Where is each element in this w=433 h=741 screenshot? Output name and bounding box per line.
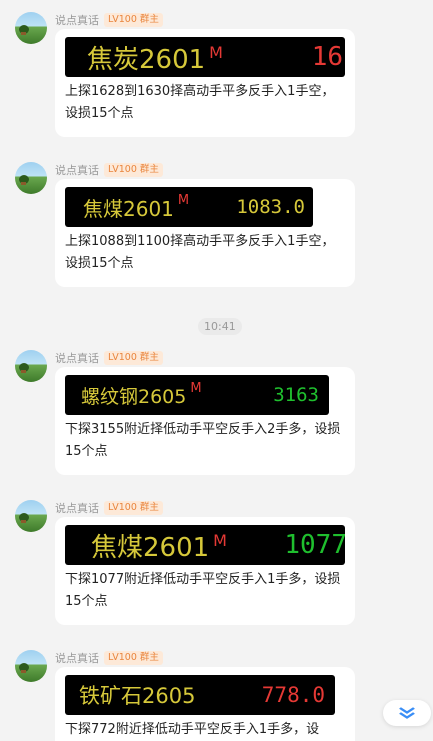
message-bubble[interactable]: 焦炭2601 M 16 上探1628到1630择高动手平多反手入1手空，设损15…: [55, 29, 355, 137]
avatar[interactable]: [15, 162, 47, 194]
message-bubble[interactable]: 焦煤2601 M 1083.0 上探1088到1100择高动手平多反手入1手空，…: [55, 179, 355, 287]
message-bubble[interactable]: 螺纹钢2605 M 3163 下探3155附近择低动手平空反手入2手多，设损15…: [55, 367, 355, 475]
sender-info: 说点真话 LV100 群主: [55, 162, 163, 178]
ticker-image[interactable]: 焦炭2601 M 16: [65, 37, 345, 77]
ticker-price: 1083.0: [236, 196, 305, 218]
message-bubble[interactable]: 铁矿石2605 778.0 下探772附近择低动手平空反手入1手多，设: [55, 667, 355, 741]
ticker-marker: M: [209, 43, 223, 62]
avatar[interactable]: [15, 500, 47, 532]
sender-info: 说点真话 LV100 群主: [55, 350, 163, 366]
message-text: 下探3155附近择低动手平空反手入2手多，设损15个点: [65, 422, 341, 459]
message-text: 下探772附近择低动手平空反手入1手多，设: [65, 722, 320, 737]
chat-view[interactable]: 说点真话 LV100 群主 焦炭2601 M 16 上探1628到1630择高动…: [0, 0, 433, 741]
message-text: 上探1088到1100择高动手平多反手入1手空，设损15个点: [65, 234, 335, 271]
ticker-name: 焦炭2601: [87, 44, 206, 75]
ticker-name: 铁矿石2605: [79, 684, 196, 708]
ticker-name: 螺纹钢2605: [81, 385, 187, 408]
ticker-price: 778.0: [261, 683, 325, 707]
member-badge: LV100 群主: [104, 651, 163, 665]
ticker-image[interactable]: 焦煤2601 M 1083.0: [65, 187, 313, 227]
ticker-name: 焦煤2601: [91, 532, 210, 563]
ticker-marker: M: [177, 193, 190, 208]
sender-info: 说点真话 LV100 群主: [55, 650, 163, 666]
message-bubble[interactable]: 焦煤2601 M 1077 下探1077附近择低动手平空反手入1手多，设损15个…: [55, 517, 355, 625]
ticker-marker: M: [213, 531, 227, 550]
ticker-price: 3163: [273, 384, 319, 406]
ticker-marker: M: [190, 381, 202, 396]
sender-name[interactable]: 说点真话: [55, 650, 99, 666]
ticker-price: 16: [311, 42, 343, 72]
member-badge: LV100 群主: [104, 163, 163, 177]
ticker-image[interactable]: 螺纹钢2605 M 3163: [65, 375, 329, 415]
ticker-image[interactable]: 焦煤2601 M 1077: [65, 525, 345, 565]
member-badge: LV100 群主: [104, 13, 163, 27]
sender-info: 说点真话 LV100 群主: [55, 12, 163, 28]
avatar[interactable]: [15, 650, 47, 682]
ticker-image[interactable]: 铁矿石2605 778.0: [65, 675, 335, 715]
time-divider: 10:41: [198, 318, 242, 335]
message-text: 下探1077附近择低动手平空反手入1手多，设损15个点: [65, 572, 341, 609]
double-chevron-down-icon: [397, 706, 417, 721]
sender-name[interactable]: 说点真话: [55, 350, 99, 366]
scroll-to-bottom-button[interactable]: [383, 700, 431, 726]
avatar[interactable]: [15, 350, 47, 382]
sender-name[interactable]: 说点真话: [55, 162, 99, 178]
member-badge: LV100 群主: [104, 351, 163, 365]
ticker-name: 焦煤2601: [83, 196, 174, 221]
sender-info: 说点真话 LV100 群主: [55, 500, 163, 516]
ticker-price: 1077: [284, 530, 345, 560]
message-text: 上探1628到1630择高动手平多反手入1手空，设损15个点: [65, 84, 335, 121]
sender-name[interactable]: 说点真话: [55, 500, 99, 516]
member-badge: LV100 群主: [104, 501, 163, 515]
avatar[interactable]: [15, 12, 47, 44]
sender-name[interactable]: 说点真话: [55, 12, 99, 28]
